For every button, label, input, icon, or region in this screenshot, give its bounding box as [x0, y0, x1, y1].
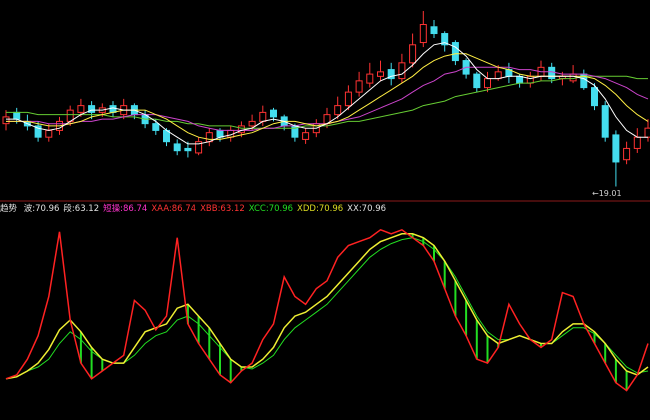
candle-body-14 [152, 123, 160, 131]
indicator-value-1: 段:63.12 [63, 204, 100, 214]
low-price-marker: ← [592, 189, 599, 198]
candle-body-39 [419, 24, 427, 44]
candle-body-53 [569, 73, 577, 82]
indicator-value-4: XBB:63.12 [200, 204, 245, 214]
candle-body-1 [13, 111, 21, 120]
candle-body-32 [344, 91, 352, 107]
indicator-value-2: 短操:86.74 [103, 204, 148, 214]
low-price-label: ←19.01 [592, 189, 622, 198]
candle-body-33 [355, 80, 363, 93]
indicator-label: 趋势 [0, 204, 18, 214]
indicator-bar: 趋势 波:70.96 段:63.12 短操:86.74 XAA:86.74 XBB:63… [0, 202, 650, 216]
price-ma-short-line [6, 42, 648, 145]
candle-body-46 [494, 71, 502, 80]
candle-body-10 [109, 105, 117, 113]
price-panel [2, 11, 650, 187]
candle-body-51 [548, 66, 556, 80]
candle-body-38 [409, 44, 417, 64]
candle-body-28 [302, 132, 310, 140]
candle-body-20 [216, 129, 224, 138]
oscillator-panel [5, 228, 649, 392]
candle-body-23 [248, 120, 256, 127]
candle-body-59 [633, 136, 641, 149]
candle-body-7 [77, 105, 85, 113]
candle-body-42 [451, 42, 459, 62]
candle-body-58 [623, 147, 631, 161]
candle-body-17 [184, 147, 192, 152]
candle-body-44 [473, 73, 481, 89]
indicator-value-6: XDD:70.96 [297, 204, 344, 214]
candle-body-35 [377, 71, 384, 77]
osc-yellow-line [5, 233, 649, 380]
candle-body-40 [430, 26, 438, 35]
indicator-value-5: XCC:70.96 [248, 204, 294, 214]
osc-green-line [5, 237, 649, 380]
candle-body-24 [259, 111, 267, 122]
candle-body-60 [644, 127, 650, 138]
low-price-value: 19.01 [598, 189, 622, 198]
candle-body-55 [591, 87, 598, 107]
candle-body-37 [398, 62, 406, 80]
candle-body-34 [366, 73, 374, 84]
indicator-value-7: XX:70.96 [347, 204, 387, 214]
candle-body-25 [270, 109, 277, 118]
candle-body-4 [45, 129, 53, 138]
candle-body-48 [516, 75, 524, 84]
candle-body-45 [484, 78, 491, 89]
candle-body-49 [526, 75, 534, 84]
candle-body-0 [2, 116, 10, 125]
indicator-value-0: 波:70.96 [23, 204, 60, 214]
indicator-value-3: XAA:86.74 [151, 204, 197, 214]
candle-body-16 [173, 143, 181, 152]
candle-body-56 [601, 105, 609, 138]
candle-body-57 [612, 134, 620, 163]
candle-body-31 [334, 105, 342, 116]
